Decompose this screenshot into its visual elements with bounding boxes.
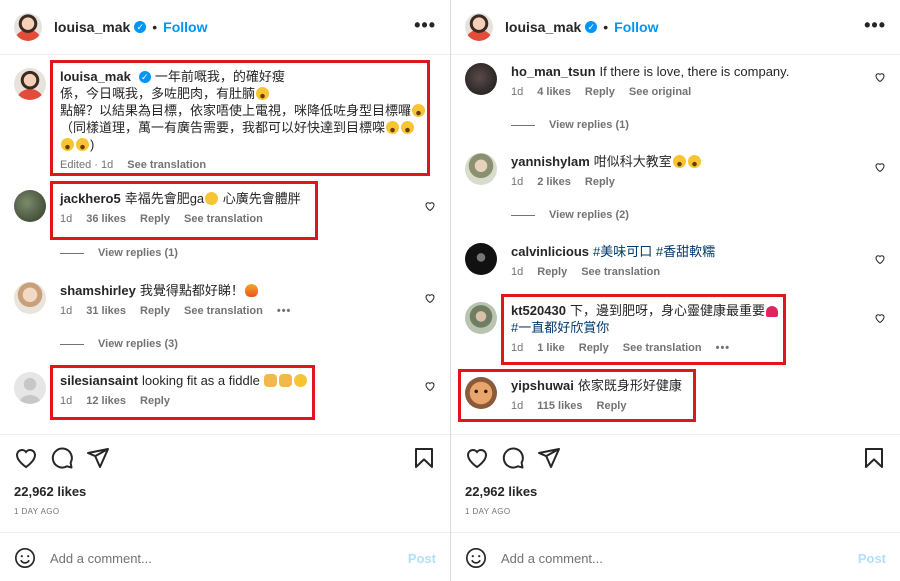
heart-icon[interactable] [14, 446, 38, 470]
comment-item: yannishylam 咁似科大教室 1d 2 likes Reply [465, 153, 886, 193]
comment-item: shamshirley 我覺得點都好睇！ 1d 31 likes Reply Se… [14, 282, 436, 322]
highlight-box [50, 60, 430, 176]
divider [0, 54, 450, 55]
comment-icon[interactable] [501, 446, 525, 470]
avatar[interactable] [465, 63, 497, 95]
bookmark-icon[interactable] [412, 446, 436, 470]
heart-icon[interactable] [424, 292, 436, 304]
likes-count[interactable]: 22,962 likes [14, 484, 86, 499]
share-icon[interactable] [537, 446, 561, 470]
highlight-box [458, 369, 696, 422]
emoji-icon[interactable] [14, 547, 36, 569]
comment-text: 咁似科大教室 [593, 154, 672, 169]
heart-icon[interactable] [874, 312, 886, 324]
post-button[interactable]: Post [408, 551, 436, 566]
see-translation-link[interactable]: See translation [184, 305, 263, 317]
comment-username[interactable]: ho_man_tsun [511, 64, 596, 79]
post-time: 1 DAY AGO [465, 507, 511, 516]
comment-input[interactable] [501, 550, 858, 566]
header-username[interactable]: louisa_mak [505, 19, 581, 35]
reply-button[interactable]: Reply [585, 176, 615, 188]
see-original-link[interactable]: See original [629, 86, 691, 98]
more-options-icon[interactable]: ••• [864, 15, 886, 36]
divider [451, 532, 900, 533]
separator: • [603, 19, 609, 35]
bookmark-icon[interactable] [862, 446, 886, 470]
comment-likes[interactable]: 31 likes [86, 305, 126, 317]
comment-text: If there is love, there is company. [599, 64, 790, 79]
view-replies-button[interactable]: View replies (1) [60, 247, 178, 259]
comment-input[interactable] [50, 550, 408, 566]
laughing-emoji-icon [672, 155, 686, 168]
reply-button[interactable]: Reply [537, 266, 567, 278]
follow-button[interactable]: Follow [614, 19, 658, 35]
reply-button[interactable]: Reply [140, 305, 170, 317]
action-bar [465, 446, 886, 472]
comment-time: 1d [511, 176, 524, 188]
heart-icon[interactable] [874, 71, 886, 83]
post-header: louisa_mak ✓ • Follow ••• [14, 12, 436, 42]
view-replies-button[interactable]: View replies (3) [60, 338, 178, 350]
verified-badge-icon: ✓ [134, 21, 147, 33]
comment-likes[interactable]: 2 likes [537, 176, 571, 188]
action-bar [14, 446, 436, 472]
heart-icon[interactable] [424, 200, 436, 212]
add-comment-bar: Post [14, 544, 436, 572]
more-options-icon[interactable]: ••• [414, 15, 436, 36]
view-replies-button[interactable]: View replies (1) [511, 119, 629, 131]
share-icon[interactable] [86, 446, 110, 470]
avatar[interactable] [14, 190, 46, 222]
highlight-box [50, 181, 318, 240]
avatar[interactable] [465, 302, 497, 334]
avatar[interactable] [14, 13, 42, 41]
see-translation-link[interactable]: See translation [581, 266, 660, 278]
highlight-box [50, 365, 315, 420]
divider [451, 434, 900, 435]
comment-time: 1d [511, 86, 524, 98]
verified-badge-icon: ✓ [585, 21, 598, 33]
comment-username[interactable]: shamshirley [60, 283, 136, 298]
add-comment-bar: Post [465, 544, 886, 572]
follow-button[interactable]: Follow [163, 19, 207, 35]
comment-hashtags[interactable]: #美味可口 #香甜軟糯 [593, 244, 715, 259]
separator: • [152, 19, 158, 35]
comment-item: ho_man_tsun If there is love, there is co… [465, 63, 886, 103]
heart-icon[interactable] [465, 446, 489, 470]
avatar[interactable] [14, 372, 46, 404]
emoji-icon[interactable] [465, 547, 487, 569]
avatar[interactable] [14, 68, 46, 100]
heart-icon[interactable] [874, 253, 886, 265]
comment-icon[interactable] [50, 446, 74, 470]
comment-time: 1d [511, 266, 524, 278]
heart-icon[interactable] [874, 161, 886, 173]
heart-icon[interactable] [424, 380, 436, 392]
fire-emoji-icon [244, 284, 258, 297]
comment-text: 我覺得點都好睇！ [139, 283, 244, 298]
avatar[interactable] [465, 153, 497, 185]
post-panel-right: louisa_mak ✓ • Follow ••• ho_man_tsun If … [450, 0, 900, 581]
comment-item: calvinlicious #美味可口 #香甜軟糯 1d Reply See tr… [465, 243, 886, 283]
divider [451, 54, 900, 55]
header-username[interactable]: louisa_mak [54, 19, 130, 35]
avatar[interactable] [14, 282, 46, 314]
avatar[interactable] [465, 13, 493, 41]
view-replies-button[interactable]: View replies (2) [511, 209, 629, 221]
comment-username[interactable]: yannishylam [511, 154, 590, 169]
divider [0, 532, 450, 533]
highlight-box [501, 294, 786, 365]
likes-count[interactable]: 22,962 likes [465, 484, 537, 499]
post-time: 1 DAY AGO [14, 507, 60, 516]
comment-likes[interactable]: 4 likes [537, 86, 571, 98]
post-header: louisa_mak ✓ • Follow ••• [465, 12, 886, 42]
laughing-emoji-icon [687, 155, 701, 168]
avatar[interactable] [465, 243, 497, 275]
reply-button[interactable]: Reply [585, 86, 615, 98]
post-panel-left: louisa_mak ✓ • Follow ••• louisa_mak ✓ 一年前… [0, 0, 450, 581]
more-options-icon[interactable]: ••• [277, 305, 292, 317]
post-button[interactable]: Post [858, 551, 886, 566]
comment-time: 1d [60, 305, 73, 317]
comment-username[interactable]: calvinlicious [511, 244, 589, 259]
divider [0, 434, 450, 435]
